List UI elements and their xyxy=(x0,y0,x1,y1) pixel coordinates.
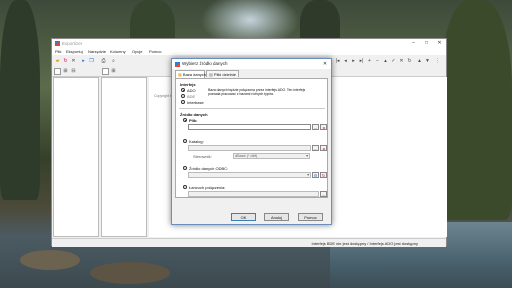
cancel-record-icon[interactable]: ✕ xyxy=(398,58,405,65)
catalog-history-icon[interactable]: ◂ xyxy=(320,145,327,151)
sort-asc-icon[interactable]: ▲ xyxy=(416,58,423,65)
tab-panel-database: Interfejs ADO BDE Interbase Baza danych … xyxy=(175,78,328,198)
toolbar2-icon[interactable]: ⊞ xyxy=(62,68,69,75)
toolbar2-button[interactable] xyxy=(102,67,109,75)
close-db-icon[interactable]: ✕ xyxy=(70,58,77,65)
browse-file-button[interactable]: … xyxy=(312,124,319,130)
open-folder-icon[interactable]: ▰ xyxy=(54,58,61,65)
reload-icon[interactable]: ↻ xyxy=(62,58,69,65)
odbc-config-icon[interactable]: ⚙ xyxy=(312,172,319,178)
menu-opcje[interactable]: Opcje xyxy=(132,49,142,54)
radio-odbc[interactable] xyxy=(183,166,187,170)
interface-group-label: Interfejs xyxy=(180,82,196,87)
connection-string-input[interactable] xyxy=(188,191,319,197)
help-button[interactable]: Pomoc xyxy=(298,213,323,221)
window-title: Exportizer xyxy=(62,41,83,46)
odbc-select[interactable]: ▾ xyxy=(188,172,311,178)
radio-file-label: Plik: xyxy=(189,118,198,123)
radio-catalog[interactable] xyxy=(183,139,187,143)
nav-first-icon[interactable]: |◂ xyxy=(334,58,341,65)
export-icon[interactable]: ▸ xyxy=(80,58,87,65)
menu-narzedzie[interactable]: Narzędzie xyxy=(88,49,106,54)
file-icon: ▤ xyxy=(209,72,213,77)
radio-ado[interactable] xyxy=(181,88,185,92)
rock xyxy=(20,250,80,270)
tab-files-label: Pliki dzielnie xyxy=(213,72,236,77)
divider xyxy=(179,108,325,109)
toolbar2-icon[interactable]: ⊞ xyxy=(110,68,117,75)
table-list-panel[interactable] xyxy=(101,77,147,237)
catalog-path-input[interactable] xyxy=(188,145,311,151)
menu-pomoc[interactable]: Pomoc xyxy=(149,49,161,54)
radio-file[interactable] xyxy=(183,118,187,122)
tab-files[interactable]: ▤ Pliki dzielnie xyxy=(206,70,239,77)
sort-desc-icon[interactable]: ▼ xyxy=(424,58,431,65)
close-button[interactable]: ✕ xyxy=(433,39,446,48)
radio-bde[interactable] xyxy=(181,94,185,98)
interface-description: Baza danych będzie połączona przez inter… xyxy=(208,88,306,97)
find-icon[interactable]: ⌕ xyxy=(110,58,117,65)
database-list-panel[interactable] xyxy=(53,77,99,237)
browse-catalog-button[interactable]: … xyxy=(312,145,319,151)
tree-right xyxy=(440,0,512,220)
refresh-record-icon[interactable]: ↻ xyxy=(406,58,413,65)
radio-interbase-label: Interbase xyxy=(187,100,204,105)
minimize-button[interactable]: – xyxy=(407,39,420,48)
chevron-down-icon: ▾ xyxy=(307,173,309,177)
dialog-icon xyxy=(175,61,180,67)
tree-left xyxy=(0,0,40,200)
add-record-icon[interactable]: + xyxy=(366,58,373,65)
select-datasource-dialog: Wybierz źródło danych ✕ ▦ Baza danych ▤ … xyxy=(171,58,332,225)
ok-button[interactable]: OK xyxy=(231,213,256,221)
menu-eksportuj[interactable]: Eksportuj xyxy=(66,49,83,54)
driver-select[interactable]: dBase (*.dbf) ▾ xyxy=(233,153,310,159)
build-connection-button[interactable]: … xyxy=(320,191,327,197)
edit-record-icon[interactable]: ▴ xyxy=(382,58,389,65)
statusbar: Interfejs BDE nie jest dostępny / Interf… xyxy=(52,238,446,247)
cancel-button[interactable]: Anuluj xyxy=(264,213,289,221)
tab-database[interactable]: ▦ Baza danych xyxy=(175,70,207,78)
filter-icon[interactable]: ⋮ xyxy=(434,58,441,65)
nav-next-icon[interactable]: ▸ xyxy=(350,58,357,65)
maximize-button[interactable]: □ xyxy=(420,39,433,48)
toolbar2-button[interactable] xyxy=(54,67,61,75)
tab-database-label: Baza danych xyxy=(182,72,207,77)
driver-label: Sterownik: xyxy=(193,154,212,159)
radio-catalog-label: Katalog: xyxy=(189,139,204,144)
file-history-icon[interactable]: ◂ xyxy=(320,124,327,130)
driver-select-value: dBase (*.dbf) xyxy=(235,154,258,158)
radio-odbc-label: Źródło danych ODBC: xyxy=(189,166,229,171)
dialog-title: Wybierz źródło danych xyxy=(182,61,228,66)
print-icon[interactable]: ⎙ xyxy=(100,58,107,65)
radio-connection-string[interactable] xyxy=(183,185,187,189)
toolbar2-icon[interactable]: ⊟ xyxy=(70,68,77,75)
menu-kolumny[interactable]: Kolumny xyxy=(110,49,126,54)
dialog-titlebar: Wybierz źródło danych ✕ xyxy=(172,59,331,69)
app-icon xyxy=(55,41,60,46)
copy-icon[interactable]: ❐ xyxy=(88,58,95,65)
radio-bde-label: BDE xyxy=(187,94,196,99)
radio-interbase[interactable] xyxy=(181,100,185,104)
radio-connection-string-label: Łańcuch połączenia: xyxy=(189,185,226,190)
nav-last-icon[interactable]: ▸| xyxy=(358,58,365,65)
file-path-input[interactable] xyxy=(188,124,311,130)
rock xyxy=(90,262,170,284)
dialog-tabs: ▦ Baza danych ▤ Pliki dzielnie xyxy=(175,70,330,78)
odbc-refresh-icon[interactable]: ↻ xyxy=(320,172,327,178)
radio-ado-label: ADO xyxy=(187,88,196,93)
dialog-close-button[interactable]: ✕ xyxy=(319,59,331,69)
delete-record-icon[interactable]: − xyxy=(374,58,381,65)
source-group-label: Źródło danych xyxy=(180,112,208,117)
post-record-icon[interactable]: ✓ xyxy=(390,58,397,65)
menu-plik[interactable]: Plik xyxy=(55,49,61,54)
menubar: Plik Eksportuj Narzędzie Kolumny Opcje P… xyxy=(52,48,446,55)
status-text: Interfejs BDE nie jest dostępny / Interf… xyxy=(311,240,419,246)
main-titlebar: Exportizer – □ ✕ xyxy=(52,39,446,48)
database-icon: ▦ xyxy=(178,72,182,77)
chevron-down-icon: ▾ xyxy=(306,154,308,158)
nav-prev-icon[interactable]: ◂ xyxy=(342,58,349,65)
